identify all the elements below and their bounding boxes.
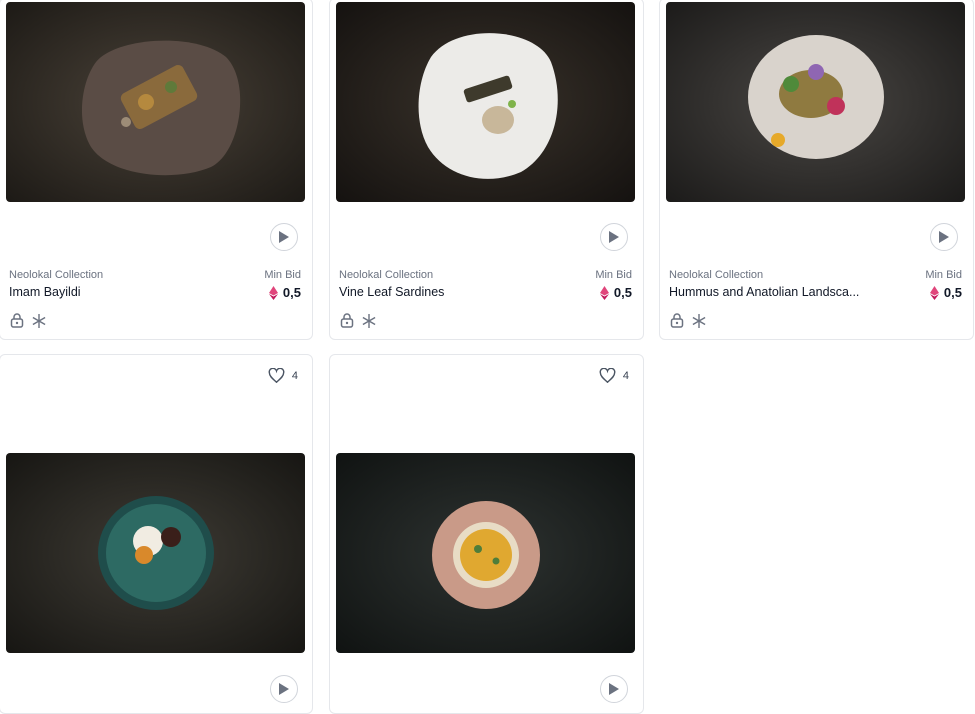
min-bid-value: 0,5 — [268, 285, 301, 300]
min-bid-label: Min Bid — [595, 269, 632, 281]
nft-card[interactable]: Neolokal Collection Vine Leaf Sardines M… — [329, 0, 644, 340]
min-bid-value: 0,5 — [929, 285, 962, 300]
snowflake-icon — [32, 313, 46, 328]
price: 0,5 — [282, 285, 301, 300]
play-icon — [609, 231, 619, 243]
dish-image[interactable] — [336, 453, 635, 653]
play-button[interactable] — [930, 223, 958, 251]
lock-icon — [340, 313, 354, 328]
play-icon — [939, 231, 949, 243]
dish-image[interactable] — [6, 453, 305, 653]
ethereum-icon — [599, 285, 609, 300]
collection-name: Neolokal Collection — [339, 269, 434, 281]
item-title[interactable]: Hummus and Anatolian Landsca... — [669, 285, 859, 299]
dish-image[interactable] — [666, 2, 965, 202]
collection-name: Neolokal Collection — [9, 269, 104, 281]
min-bid-value: 0,5 — [599, 285, 632, 300]
like-button[interactable]: 4 — [268, 368, 298, 383]
nft-card[interactable]: Neolokal Collection Imam Bayildi Min Bid… — [0, 0, 313, 340]
play-button[interactable] — [270, 675, 298, 703]
heart-icon — [599, 368, 616, 383]
lock-icon — [670, 313, 684, 328]
collection-name: Neolokal Collection — [669, 269, 764, 281]
snowflake-icon — [362, 313, 376, 328]
play-button[interactable] — [600, 675, 628, 703]
like-count: 4 — [291, 369, 298, 382]
heart-icon — [268, 368, 285, 383]
badge-row — [10, 313, 46, 328]
badge-row — [670, 313, 706, 328]
nft-card[interactable]: Neolokal Collection Hummus and Anatolian… — [659, 0, 974, 340]
dish-image[interactable] — [336, 2, 635, 202]
like-button[interactable]: 4 — [599, 368, 629, 383]
min-bid-label: Min Bid — [264, 269, 301, 281]
dish-image[interactable] — [6, 2, 305, 202]
price: 0,5 — [943, 285, 962, 300]
like-count: 4 — [622, 369, 629, 382]
snowflake-icon — [692, 313, 706, 328]
badge-row — [340, 313, 376, 328]
ethereum-icon — [929, 285, 939, 300]
nft-card[interactable]: 4 — [329, 354, 644, 714]
item-title[interactable]: Imam Bayildi — [9, 285, 81, 299]
nft-card[interactable]: 4 — [0, 354, 313, 714]
lock-icon — [10, 313, 24, 328]
play-icon — [279, 683, 289, 695]
play-button[interactable] — [600, 223, 628, 251]
play-icon — [609, 683, 619, 695]
item-title[interactable]: Vine Leaf Sardines — [339, 285, 444, 299]
price: 0,5 — [613, 285, 632, 300]
ethereum-icon — [268, 285, 278, 300]
play-icon — [279, 231, 289, 243]
play-button[interactable] — [270, 223, 298, 251]
min-bid-label: Min Bid — [925, 269, 962, 281]
